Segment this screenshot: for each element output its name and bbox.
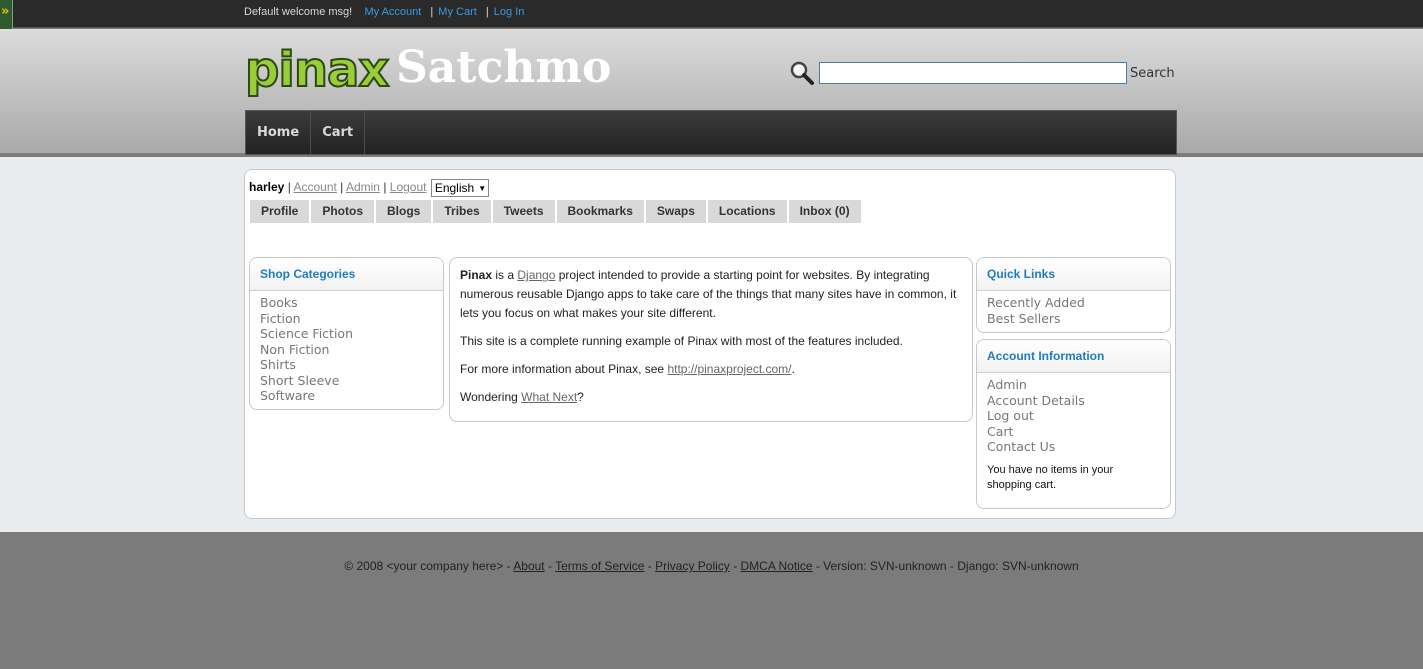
quick-links-title: Quick Links bbox=[977, 258, 1170, 291]
log-out-link[interactable]: Log out bbox=[987, 408, 1160, 424]
what-next-link[interactable]: What Next bbox=[521, 390, 577, 404]
tab-bookmarks[interactable]: Bookmarks bbox=[556, 200, 644, 223]
terms-link[interactable]: Terms of Service bbox=[555, 559, 644, 573]
tab-tweets[interactable]: Tweets bbox=[492, 200, 555, 223]
shop-categories-title: Shop Categories bbox=[250, 258, 443, 291]
double-chevron-icon: » bbox=[1, 4, 10, 19]
category-short-sleeve[interactable]: Short Sleeve bbox=[260, 373, 433, 389]
version-text: - Version: SVN-unknown - Django: SVN-unk… bbox=[812, 559, 1079, 573]
category-fiction[interactable]: Fiction bbox=[260, 311, 433, 327]
pinaxproject-link[interactable]: http://pinaxproject.com/ bbox=[667, 362, 791, 376]
more-info-text: . bbox=[791, 362, 795, 376]
tab-photos[interactable]: Photos bbox=[311, 200, 375, 223]
cart-empty-note: You have no items in your shopping cart. bbox=[987, 463, 1114, 491]
quick-links-list: Recently Added Best Sellers bbox=[977, 291, 1170, 326]
expand-toggle[interactable]: » bbox=[0, 0, 13, 30]
what-next-text: ? bbox=[577, 390, 584, 404]
quick-links-box: Quick Links Recently Added Best Sellers bbox=[976, 257, 1171, 333]
username: harley bbox=[249, 180, 285, 195]
welcome-message: Default welcome msg! bbox=[244, 6, 353, 18]
what-next-paragraph: Wondering What Next? bbox=[460, 388, 962, 407]
account-details-link[interactable]: Account Details bbox=[987, 393, 1160, 409]
top-separator: | bbox=[485, 6, 489, 18]
account-info-list: Admin Account Details Log out Cart Conta… bbox=[977, 373, 1170, 455]
log-in-link[interactable]: Log In bbox=[494, 6, 525, 18]
account-info-title: Account Information bbox=[977, 340, 1170, 373]
profile-tabs: Profile Photos Blogs Tribes Tweets Bookm… bbox=[250, 200, 863, 223]
tab-locations[interactable]: Locations bbox=[707, 200, 787, 223]
shop-categories-box: Shop Categories Books Fiction Science Fi… bbox=[249, 257, 444, 410]
chevron-down-icon: ▼ bbox=[478, 183, 487, 193]
django-link[interactable]: Django bbox=[517, 268, 555, 282]
site-header: pinax Satchmo Search Home Cart bbox=[0, 29, 1423, 155]
more-info-paragraph: For more information about Pinax, see ht… bbox=[460, 360, 962, 379]
category-science-fiction[interactable]: Science Fiction bbox=[260, 326, 433, 342]
tab-inbox[interactable]: Inbox (0) bbox=[788, 200, 861, 223]
more-info-text: For more information about Pinax, see bbox=[460, 362, 668, 376]
tab-swaps[interactable]: Swaps bbox=[645, 200, 706, 223]
recently-added-link[interactable]: Recently Added bbox=[987, 295, 1160, 311]
tab-blogs[interactable]: Blogs bbox=[376, 200, 432, 223]
admin-link[interactable]: Admin bbox=[346, 180, 380, 194]
intro-paragraph: Pinax is a Django project intended to pr… bbox=[460, 266, 962, 323]
language-select[interactable]: English ▼ bbox=[430, 179, 490, 197]
top-bar: » Default welcome msg! My Account | My C… bbox=[0, 0, 1423, 30]
account-admin-link[interactable]: Admin bbox=[987, 377, 1160, 393]
dmca-link[interactable]: DMCA Notice bbox=[740, 559, 812, 573]
footer-separator: - bbox=[544, 559, 556, 573]
my-account-link[interactable]: My Account bbox=[364, 6, 421, 18]
account-link[interactable]: Account bbox=[293, 180, 336, 194]
search-icon bbox=[790, 61, 814, 85]
main-nav: Home Cart bbox=[245, 110, 1177, 155]
intro-box: Pinax is a Django project intended to pr… bbox=[449, 257, 973, 422]
logout-link[interactable]: Logout bbox=[390, 180, 427, 194]
best-sellers-link[interactable]: Best Sellers bbox=[987, 311, 1160, 327]
account-info-box: Account Information Admin Account Detail… bbox=[976, 339, 1171, 509]
site-title[interactable]: Satchmo bbox=[396, 42, 611, 94]
tab-tribes[interactable]: Tribes bbox=[433, 200, 491, 223]
copyright-text: © 2008 <your company here> - bbox=[344, 559, 514, 573]
language-value: English bbox=[434, 181, 475, 195]
nav-item-home[interactable]: Home bbox=[246, 111, 312, 154]
category-shirts[interactable]: Shirts bbox=[260, 357, 433, 373]
user-bar: harley | Account | Admin | Logout Englis… bbox=[249, 179, 490, 197]
about-link[interactable]: About bbox=[513, 559, 544, 573]
footer-separator: - bbox=[644, 559, 656, 573]
category-non-fiction[interactable]: Non Fiction bbox=[260, 342, 433, 358]
search-button[interactable]: Search bbox=[1130, 66, 1175, 81]
top-separator: | bbox=[430, 6, 434, 18]
intro-text: is a bbox=[492, 268, 518, 282]
site-footer: © 2008 <your company here> - About - Ter… bbox=[0, 559, 1423, 573]
what-next-text: Wondering bbox=[460, 390, 522, 404]
search-input[interactable] bbox=[819, 62, 1127, 84]
example-paragraph: This site is a complete running example … bbox=[460, 334, 903, 348]
nav-item-cart[interactable]: Cart bbox=[311, 111, 366, 154]
privacy-link[interactable]: Privacy Policy bbox=[655, 559, 730, 573]
tab-profile[interactable]: Profile bbox=[250, 200, 310, 223]
content-area: harley | Account | Admin | Logout Englis… bbox=[0, 157, 1423, 532]
pinax-logo[interactable]: pinax bbox=[244, 43, 390, 97]
shop-categories-list: Books Fiction Science Fiction Non Fictio… bbox=[250, 291, 443, 404]
category-software[interactable]: Software bbox=[260, 388, 433, 404]
footer-separator: - bbox=[729, 559, 741, 573]
content-panel: harley | Account | Admin | Logout Englis… bbox=[244, 169, 1176, 519]
contact-us-link[interactable]: Contact Us bbox=[987, 439, 1160, 455]
cart-link[interactable]: Cart bbox=[987, 424, 1160, 440]
top-nav: Default welcome msg! My Account | My Car… bbox=[244, 6, 524, 18]
my-cart-link[interactable]: My Cart bbox=[438, 6, 477, 18]
pinax-bold: Pinax bbox=[460, 268, 493, 282]
category-books[interactable]: Books bbox=[260, 295, 433, 311]
